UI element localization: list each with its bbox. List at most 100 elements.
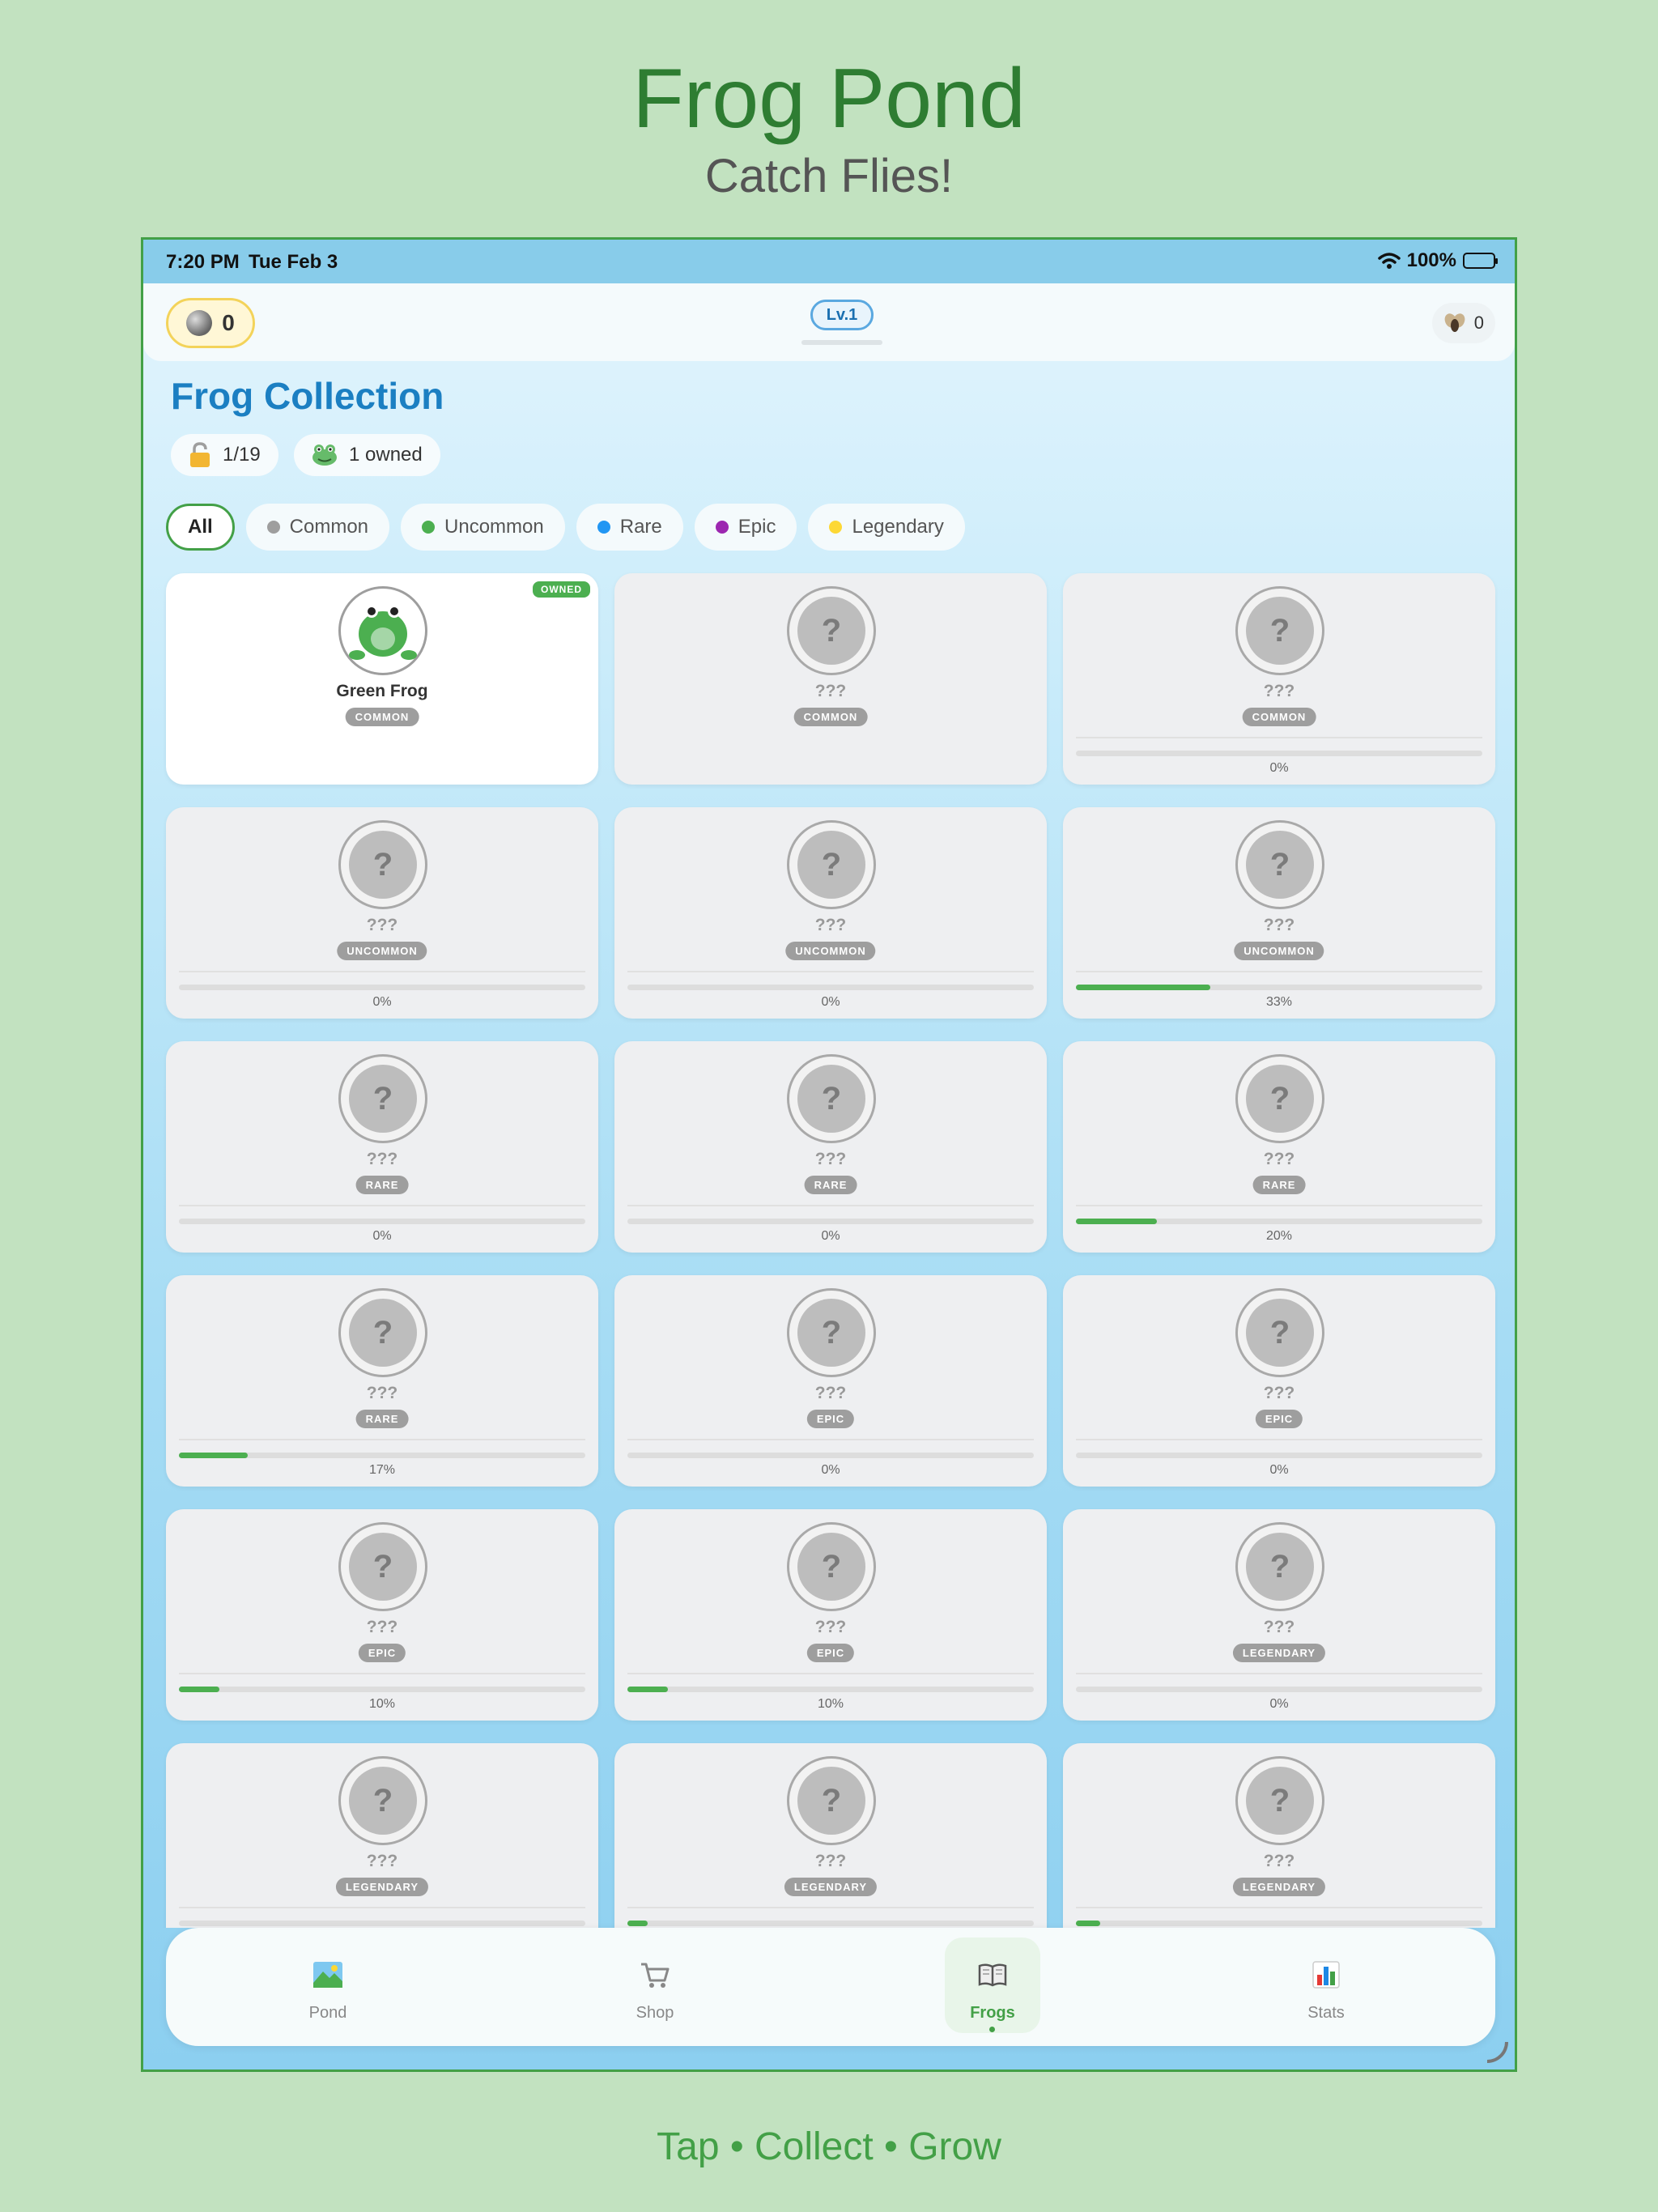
rarity-badge: RARE: [1252, 1176, 1306, 1194]
progress-fill: [179, 1687, 220, 1692]
card-divider: [627, 1205, 1034, 1206]
collection-scroll-area[interactable]: Green Frog COMMON OWNED???? COMMON???? COMMO…: [143, 240, 1515, 1928]
progress-fill: [179, 1453, 249, 1458]
progress-percent: 33%: [1265, 995, 1293, 1009]
card-divider: [179, 971, 585, 972]
locked-avatar: ?: [338, 1756, 427, 1845]
locked-avatar: ?: [1235, 1288, 1324, 1377]
frog-card-locked[interactable]: ???? LEGENDARY: [614, 1743, 1047, 1928]
question-mark-icon: ?: [1246, 1299, 1314, 1367]
progress-fill: [627, 1921, 648, 1926]
frog-card-locked[interactable]: ???? LEGENDARY: [166, 1743, 598, 1928]
app-title: Frog Pond: [632, 52, 1026, 146]
frog-name: ???: [814, 1150, 847, 1168]
question-mark-icon: ?: [797, 1767, 865, 1835]
unlock-progress-bar: [627, 1219, 1034, 1224]
frog-card-locked[interactable]: ???? EPIC 10%: [166, 1509, 598, 1721]
progress-percent: 20%: [1265, 1229, 1293, 1243]
rarity-badge: COMMON: [1242, 708, 1316, 726]
unlock-progress-bar: [627, 985, 1034, 990]
locked-avatar: ?: [787, 1756, 876, 1845]
question-mark-icon: ?: [797, 831, 865, 899]
unlock-progress-bar: [1076, 985, 1482, 990]
rarity-badge: EPIC: [1255, 1410, 1303, 1428]
rarity-badge: RARE: [355, 1410, 409, 1428]
progress-percent: 0%: [372, 995, 392, 1009]
progress-fill: [1076, 1219, 1158, 1224]
unlock-progress-bar: [179, 1219, 585, 1224]
frog-name: ???: [814, 1618, 847, 1636]
frog-card-locked[interactable]: ???? EPIC 10%: [614, 1509, 1047, 1721]
rarity-badge: LEGENDARY: [335, 1878, 429, 1896]
progress-percent: 17%: [368, 1463, 396, 1477]
nav-stats[interactable]: Stats: [1278, 1938, 1374, 2033]
nav-frogs[interactable]: Frogs: [945, 1938, 1040, 2033]
rarity-badge: EPIC: [806, 1410, 855, 1428]
card-divider: [1076, 1205, 1482, 1206]
unlock-progress-bar: [627, 1687, 1034, 1692]
rarity-badge: LEGENDARY: [784, 1878, 878, 1896]
frog-name: ???: [366, 916, 398, 934]
frog-card-locked[interactable]: ???? COMMON 0%: [1063, 573, 1495, 785]
frog-card-locked[interactable]: ???? EPIC 0%: [1063, 1275, 1495, 1487]
app-subtitle: Catch Flies!: [704, 150, 954, 202]
question-mark-icon: ?: [1246, 597, 1314, 665]
unlock-progress-bar: [627, 1921, 1034, 1926]
frog-card-locked[interactable]: ???? LEGENDARY: [1063, 1743, 1495, 1928]
frog-card-locked[interactable]: ???? LEGENDARY 0%: [1063, 1509, 1495, 1721]
nav-pond[interactable]: Pond: [280, 1938, 376, 2033]
rarity-badge: EPIC: [358, 1644, 406, 1662]
frog-card-locked[interactable]: ???? UNCOMMON 33%: [1063, 807, 1495, 1019]
locked-avatar: ?: [787, 1522, 876, 1611]
question-mark-icon: ?: [797, 597, 865, 665]
card-divider: [627, 1673, 1034, 1674]
cart-icon: [641, 1963, 670, 1988]
chart-icon: [1312, 1961, 1340, 1989]
frog-card-owned[interactable]: Green Frog COMMON OWNED: [166, 573, 598, 785]
progress-percent: 0%: [1269, 1697, 1289, 1711]
frog-name: ???: [1263, 1852, 1295, 1870]
rarity-badge: UNCOMMON: [337, 942, 427, 960]
frog-name: ???: [366, 1384, 398, 1402]
card-divider: [627, 1907, 1034, 1908]
frog-card-locked[interactable]: ???? UNCOMMON 0%: [614, 807, 1047, 1019]
progress-fill: [1076, 985, 1210, 990]
frog-card-locked[interactable]: ???? RARE 20%: [1063, 1041, 1495, 1253]
frog-card-locked[interactable]: ???? RARE 17%: [166, 1275, 598, 1487]
frog-name: ???: [814, 1384, 847, 1402]
frog-card-locked[interactable]: ???? UNCOMMON 0%: [166, 807, 598, 1019]
resize-handle-icon[interactable]: [1487, 2042, 1508, 2063]
card-divider: [179, 1673, 585, 1674]
locked-avatar: ?: [1235, 1756, 1324, 1845]
progress-percent: 0%: [1269, 1463, 1289, 1477]
frog-name: Green Frog: [336, 682, 428, 700]
locked-avatar: ?: [787, 1288, 876, 1377]
locked-avatar: ?: [1235, 1054, 1324, 1143]
rarity-badge: UNCOMMON: [1234, 942, 1324, 960]
locked-avatar: ?: [787, 586, 876, 675]
frog-card-locked[interactable]: ???? COMMON: [614, 573, 1047, 785]
frog-card-locked[interactable]: ???? RARE 0%: [614, 1041, 1047, 1253]
nav-label: Frogs: [970, 2004, 1015, 2022]
nav-shop[interactable]: Shop: [607, 1938, 703, 2033]
locked-avatar: ?: [338, 1288, 427, 1377]
frog-name: ???: [1263, 682, 1295, 700]
device-screen: 7:20 PM Tue Feb 3 100% 0 Lv.1 0 Frog Col…: [141, 237, 1517, 2072]
question-mark-icon: ?: [1246, 1767, 1314, 1835]
frog-card-locked[interactable]: ???? EPIC 0%: [614, 1275, 1047, 1487]
progress-percent: 10%: [817, 1697, 844, 1711]
unlock-progress-bar: [1076, 751, 1482, 756]
unlock-progress-bar: [1076, 1687, 1482, 1692]
unlock-progress-bar: [1076, 1219, 1482, 1224]
frog-card-locked[interactable]: ???? RARE 0%: [166, 1041, 598, 1253]
progress-fill: [627, 1687, 669, 1692]
unlock-progress-bar: [1076, 1921, 1482, 1926]
frog-name: ???: [366, 1150, 398, 1168]
question-mark-icon: ?: [797, 1533, 865, 1601]
locked-avatar: ?: [338, 1054, 427, 1143]
unlock-progress-bar: [179, 1687, 585, 1692]
card-divider: [627, 971, 1034, 972]
progress-percent: 0%: [821, 1229, 840, 1243]
progress-fill: [1076, 1921, 1101, 1926]
frog-name: ???: [1263, 1384, 1295, 1402]
